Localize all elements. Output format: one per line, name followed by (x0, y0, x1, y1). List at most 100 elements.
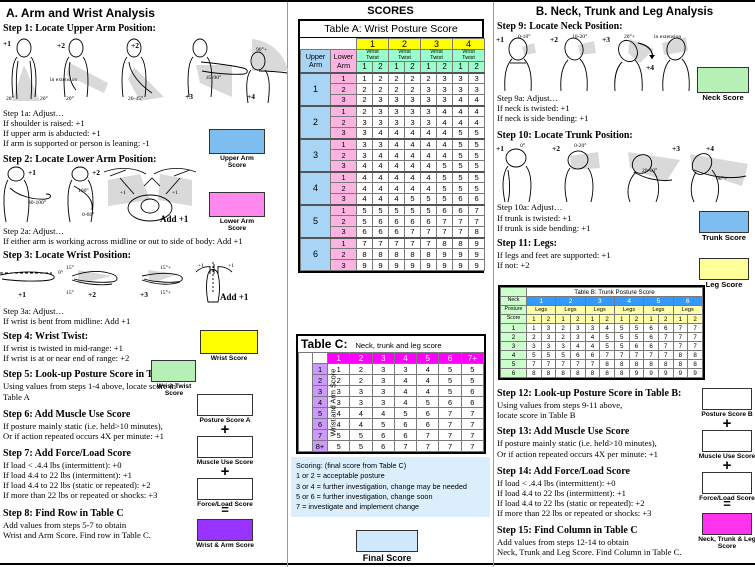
table-a-cell: 6 (468, 193, 486, 206)
table-c-row-label: 5 (312, 407, 328, 419)
step-5-title: Step 5: Look-up Posture Score in Table A… (3, 369, 183, 381)
wrist-arm-score-label: Wrist & Arm Score (196, 542, 254, 549)
table-a-upper-arm-value: 2 (300, 104, 331, 140)
force-load-score-box-a[interactable] (197, 478, 253, 500)
step3-angle-15b: 15° (66, 289, 74, 296)
step9-label-plus1: +1 (496, 35, 505, 44)
table-b-cell: 7 (599, 350, 615, 360)
table-a-lower-arm-value: 2 (330, 248, 357, 261)
force-load-score-box-b[interactable] (702, 472, 752, 494)
table-a-cell: 4 (388, 193, 406, 206)
scores-title: SCORES (367, 5, 414, 17)
table-b-cell: 8 (540, 368, 557, 378)
step3-angle-15plus-a: 15°+ (160, 264, 171, 271)
table-b-cell: 6 (657, 323, 674, 333)
wrist-arm-score-box[interactable] (197, 519, 253, 541)
neck-score-box[interactable] (697, 67, 749, 93)
table-c-row: 64456677 (299, 418, 485, 430)
table-c-cell: 7 (460, 429, 485, 441)
step1-angle-20a: 20° (6, 96, 14, 102)
table-a-cell: 4 (388, 149, 406, 162)
step10-label-plus3: +3 (672, 144, 681, 154)
table-a-cell: 5 (452, 160, 470, 173)
table-a-cell: 4 (452, 116, 470, 129)
table-b-neck-row-label: 4 (500, 350, 527, 360)
table-a-cell: 5 (468, 160, 486, 173)
table-b-cell: 7 (657, 332, 674, 342)
step2-label-plus1: +1 (28, 167, 37, 177)
table-a-cell: 3 (356, 116, 373, 129)
table-c-row-label: 1 (312, 363, 328, 375)
posture-score-b-box[interactable] (702, 388, 752, 410)
table-c-row: 54445677 (299, 407, 485, 419)
table-a-cell: 2 (404, 71, 422, 85)
table-b-trunk-col-2: 2 (555, 296, 586, 306)
table-a-twist-label-row: Upper Arm Lower Arm Wrist Twist Wrist Twist Wris… (300, 48, 486, 74)
table-c-cell: 5 (371, 418, 395, 430)
table-a-cell: 5 (371, 203, 390, 217)
scoring-title: Scoring: (final score from Table C) (296, 461, 407, 470)
step3-plus1-left: +1 (198, 262, 204, 269)
table-b-legs-label: Legs (643, 305, 674, 315)
table-c-cell: 5 (416, 396, 440, 408)
table-b-cell: 8 (672, 350, 689, 360)
table-a-cell: 4 (371, 127, 390, 140)
table-a-cell: 8 (436, 236, 454, 250)
table-a-cell: 9 (468, 259, 486, 272)
table-c-col-4: 4 (393, 352, 418, 364)
table-a-cell: 6 (452, 203, 470, 217)
table-a-cell: 5 (452, 137, 470, 151)
table-a-cell: 5 (420, 193, 438, 206)
step1-label-plus1: +1 (3, 39, 12, 48)
posture-score-a-box[interactable] (197, 394, 253, 416)
table-a-cell: 3 (371, 94, 390, 107)
table-a-wrist-header-row: 1234 (301, 38, 486, 50)
table-a-cell: 3 (468, 83, 486, 96)
table-c-cell: 6 (371, 440, 395, 452)
table-a-cell: 7 (404, 236, 422, 250)
table-c-cell: 5 (460, 374, 485, 386)
step3-label-plus3: +3 (140, 289, 149, 299)
table-a-twist-value: 2 (371, 61, 390, 74)
table-a-cell: 8 (404, 248, 422, 261)
step3-angle-15plus-b: 15°+ (160, 289, 171, 296)
table-b-title-row: Table B: Trunk Posture Score (500, 287, 703, 297)
wrist-twist-score-box[interactable] (151, 360, 196, 382)
neck-trunk-leg-score-box[interactable] (702, 513, 752, 535)
table-b-legs-value: 1 (584, 314, 601, 324)
leg-score-box[interactable] (699, 258, 749, 280)
table-a-cell: 2 (388, 71, 406, 85)
table-a-cell: 4 (436, 127, 454, 140)
trunk-score-box[interactable] (699, 211, 749, 233)
wrist-score-box[interactable] (200, 330, 258, 354)
table-b-cell: 7 (526, 359, 542, 369)
table-a-cell: 3 (468, 71, 486, 85)
table-b-cell: 5 (526, 350, 542, 360)
step-10-title: Step 10: Locate Trunk Position: (497, 130, 633, 142)
table-a-cell: 3 (404, 104, 422, 118)
section-b-neck-trunk-leg-analysis: B. Neck, Trunk and Leg Analysis Step 9: … (493, 2, 755, 567)
table-a-cell: 3 (420, 83, 438, 96)
table-a-cell: 9 (452, 259, 470, 272)
table-a-cell: 6 (356, 226, 373, 239)
table-c-col-1: 1 (326, 352, 351, 364)
leg-score-label: Leg Score (705, 280, 743, 289)
table-c-cell: 3 (371, 396, 395, 408)
table-a-cell: 5 (452, 182, 470, 195)
table-b-cell: 6 (569, 350, 586, 360)
table-a-cell: 4 (404, 182, 422, 195)
table-a-twist-value: 1 (356, 61, 373, 74)
final-score-box[interactable] (356, 530, 418, 552)
muscle-use-score-box-b[interactable] (702, 430, 752, 452)
lower-arm-score-box[interactable] (209, 192, 265, 217)
center-scores-column: SCORES Table A: Wrist Posture Score 1234… (288, 2, 493, 567)
table-a-cell: 9 (436, 259, 454, 272)
upper-arm-score-box[interactable] (209, 129, 265, 154)
muscle-use-score-box-a[interactable] (197, 436, 253, 458)
step9-angle-10-20: 10-20° (572, 34, 588, 40)
table-a-cell: 8 (420, 248, 438, 261)
table-a-cell: 4 (371, 149, 390, 162)
step3-angle-15a: 15° (66, 264, 74, 271)
table-c-row: 11233455 (299, 363, 485, 375)
table-a-lower-arm-value: 3 (330, 259, 357, 272)
